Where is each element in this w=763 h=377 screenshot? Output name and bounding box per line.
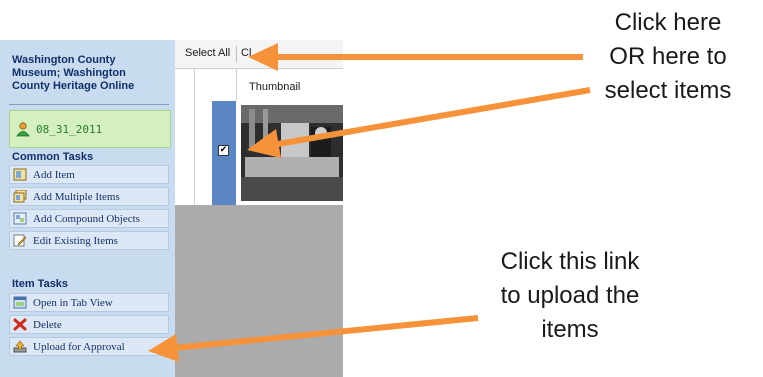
upload-for-approval-link[interactable]: Upload for Approval — [9, 337, 169, 356]
delete-link[interactable]: Delete — [9, 315, 169, 334]
table-row[interactable]: ✔ — [175, 101, 343, 205]
callout-select-line-3: select items — [604, 77, 732, 104]
callout-select-items: Click here OR here to select items — [580, 6, 756, 108]
toolbar-separator — [236, 46, 237, 62]
callout-select-line-2: OR here to — [609, 43, 727, 70]
task-pane: Washington County Museum; Washington Cou… — [0, 40, 176, 377]
upload-for-approval-label: Upload for Approval — [33, 341, 125, 353]
callout-upload-line-3: items — [541, 316, 599, 343]
edit-existing-items-link[interactable]: Edit Existing Items — [9, 231, 169, 250]
tab-view-icon — [13, 296, 27, 309]
add-multiple-items-link[interactable]: Add Multiple Items — [9, 187, 169, 206]
add-multiple-items-label: Add Multiple Items — [33, 191, 120, 203]
add-compound-objects-link[interactable]: Add Compound Objects — [9, 209, 169, 228]
callout-upload-items: Click this link to upload the items — [470, 245, 670, 347]
project-label: 08_31_2011 — [36, 123, 103, 136]
grid-column-divider — [194, 69, 195, 205]
delete-icon — [13, 318, 27, 331]
open-in-tab-view-label: Open in Tab View — [33, 297, 113, 309]
item-tasks-heading: Item Tasks — [12, 278, 69, 290]
thumbnail-column-header[interactable]: Thumbnail — [249, 81, 300, 94]
callout-upload-line-1: Click this link — [500, 248, 640, 275]
header-cell-empty — [175, 69, 195, 101]
item-grid: Select All Cl Thumbnail ✔ — [175, 40, 343, 377]
clear-button[interactable]: Cl — [241, 47, 251, 60]
thumbnail-photo — [241, 105, 343, 201]
select-all-button[interactable]: Select All — [185, 47, 230, 60]
delete-label: Delete — [33, 319, 62, 331]
grid-header: Thumbnail — [175, 69, 343, 102]
header-cell-select[interactable] — [194, 69, 237, 101]
title-divider — [9, 104, 169, 105]
edit-items-icon — [13, 234, 27, 247]
open-in-tab-view-link[interactable]: Open in Tab View — [9, 293, 169, 312]
grid-toolbar: Select All Cl — [175, 40, 343, 69]
collection-title: Washington County Museum; Washington Cou… — [12, 54, 135, 92]
project-item[interactable]: 08_31_2011 — [9, 110, 171, 148]
item-thumbnail — [241, 105, 343, 201]
add-item-icon — [13, 168, 27, 181]
callout-select-line-1: Click here — [614, 9, 722, 36]
add-compound-objects-icon — [13, 212, 27, 225]
add-multiple-items-icon — [13, 190, 27, 203]
upload-icon — [13, 340, 27, 353]
add-item-label: Add Item — [33, 169, 75, 181]
add-compound-objects-label: Add Compound Objects — [33, 213, 140, 225]
common-tasks-heading: Common Tasks — [12, 151, 94, 163]
row-checkbox[interactable]: ✔ — [218, 145, 229, 156]
add-item-link[interactable]: Add Item — [9, 165, 169, 184]
callout-upload-line-2: to upload the — [500, 282, 640, 309]
user-icon — [16, 122, 30, 137]
edit-existing-items-label: Edit Existing Items — [33, 235, 118, 247]
